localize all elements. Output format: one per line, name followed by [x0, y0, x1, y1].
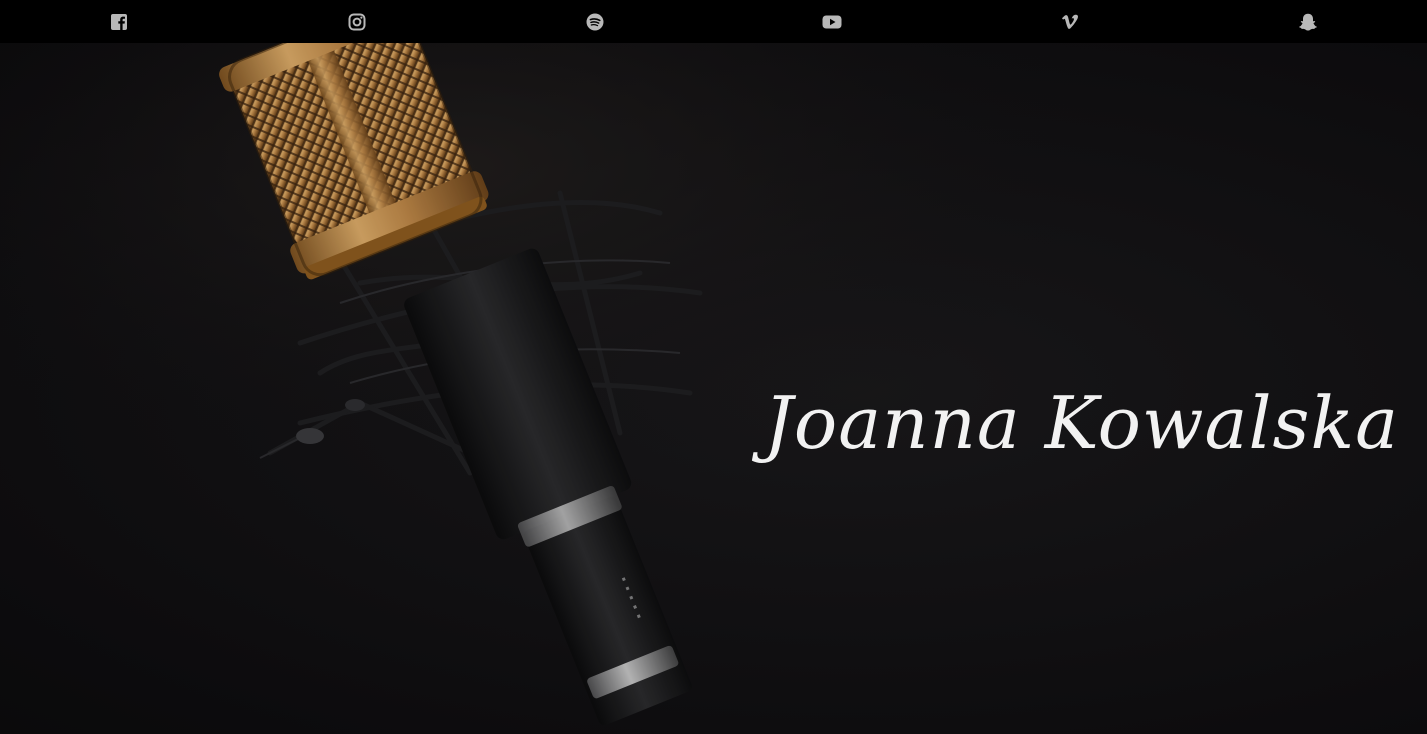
snapchat-link[interactable]	[1193, 0, 1423, 43]
vimeo-icon	[1062, 14, 1079, 29]
youtube-icon	[822, 15, 842, 28]
youtube-link[interactable]	[717, 0, 947, 43]
social-nav-bar	[0, 0, 1427, 43]
spotify-icon	[586, 13, 604, 30]
hero-section: Joanna Kowalska	[0, 43, 1427, 734]
vimeo-link[interactable]	[955, 0, 1185, 43]
spotify-link[interactable]	[480, 0, 710, 43]
facebook-link[interactable]	[4, 0, 234, 43]
snapchat-icon	[1299, 13, 1317, 31]
instagram-icon	[348, 13, 366, 30]
instagram-link[interactable]	[242, 0, 472, 43]
facebook-icon	[110, 13, 127, 30]
artist-name: Joanna Kowalska	[764, 381, 1399, 465]
